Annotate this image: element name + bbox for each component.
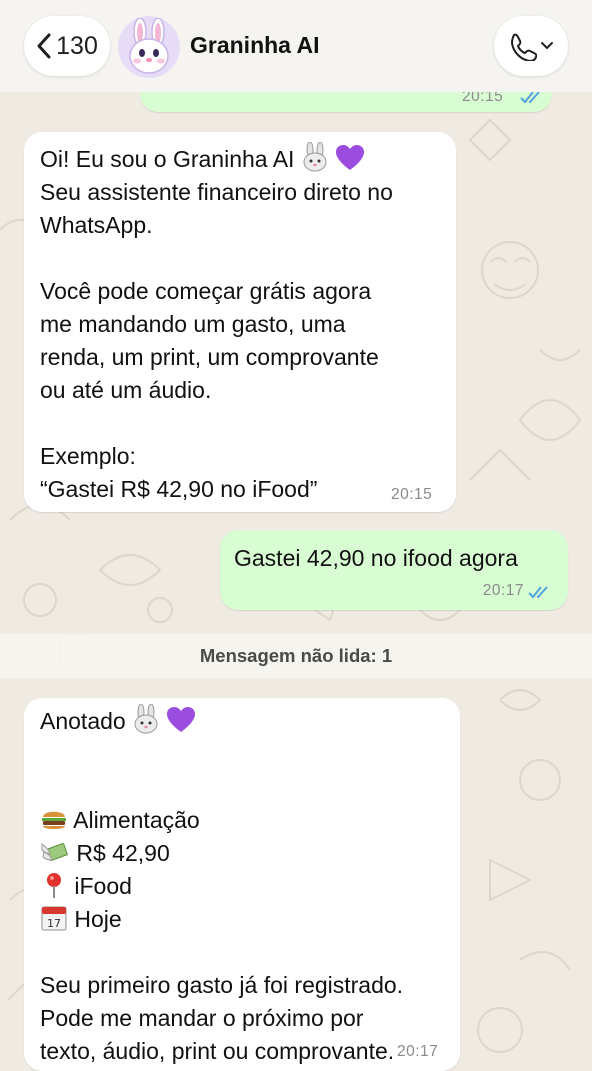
read-receipt-icon (520, 91, 540, 104)
message-text: Gastei 42,90 no ifood agora (234, 545, 518, 571)
message-time: 20:15 (391, 486, 433, 503)
incoming-message-bubble[interactable]: Anotado Alimentação R$ 42,90 iFood 17 Ho… (24, 698, 460, 1071)
item-label: Hoje (74, 906, 122, 932)
rabbit-face-icon (129, 18, 169, 74)
purple-heart-icon (167, 707, 196, 732)
message-title: Anotado (40, 708, 126, 734)
item-label: R$ 42,90 (76, 840, 170, 866)
money-wings-icon (41, 843, 68, 861)
item-label: iFood (74, 873, 132, 899)
chat-header: 130 Graninha AI (0, 0, 592, 92)
back-button[interactable]: 130 (24, 16, 110, 76)
message-body: Seu primeiro gasto já foi registrado. Po… (40, 972, 404, 1064)
message-time: 20:17 (482, 582, 524, 599)
svg-text:17: 17 (47, 917, 61, 930)
message-text: Oi! Eu sou o Graninha AI Seu assistente … (40, 142, 448, 506)
rabbit-face-icon (303, 142, 327, 172)
pin-icon (47, 873, 61, 898)
call-button[interactable] (494, 16, 568, 76)
item-label: Alimentação (73, 807, 200, 833)
outgoing-message-bubble[interactable]: Gastei 42,90 no ifood agora 20:17 (220, 530, 568, 610)
phone-icon (510, 33, 537, 61)
incoming-message-bubble[interactable]: Oi! Eu sou o Graninha AI Seu assistente … (24, 132, 456, 512)
unread-label: Mensagem não lida: 1 (199, 645, 393, 666)
message-time: 20:17 (397, 1043, 439, 1060)
calendar-icon: 17 (41, 906, 67, 931)
message-body: Seu assistente financeiro direto no What… (40, 179, 393, 502)
unread-divider: Mensagem não lida: 1 (0, 634, 592, 678)
read-receipt-icon (528, 586, 548, 599)
hamburger-icon (42, 811, 66, 829)
message-line: Oi! Eu sou o Graninha AI (40, 146, 295, 172)
message-text: Anotado Alimentação R$ 42,90 iFood 17 Ho… (40, 704, 452, 1068)
chevron-down-icon (541, 42, 553, 50)
avatar[interactable] (118, 16, 180, 78)
unread-count: 130 (56, 31, 98, 60)
rabbit-face-icon (134, 704, 158, 734)
purple-heart-icon (336, 145, 365, 170)
contact-name[interactable]: Graninha AI (190, 32, 320, 59)
chevron-left-icon (37, 33, 51, 59)
